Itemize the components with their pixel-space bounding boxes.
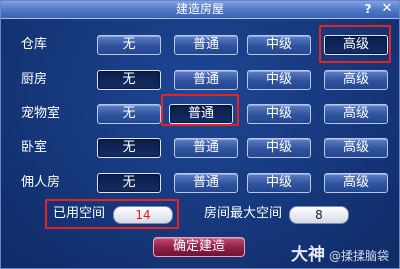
room-label-pet-room: 宠物室 bbox=[21, 106, 61, 121]
kitchen-option-high[interactable]: 高级 bbox=[324, 70, 388, 90]
build-house-dialog: 建造房屋 ? ✕ 仓库 无 普通 中级 高级 厨房 无 普通 中级 高级 宠物室… bbox=[0, 0, 400, 269]
bedroom-option-high[interactable]: 高级 bbox=[324, 138, 388, 158]
storage-option-mid[interactable]: 中级 bbox=[247, 35, 311, 55]
title-bar[interactable]: 建造房屋 ? ✕ bbox=[1, 1, 399, 19]
pet-room-option-mid[interactable]: 中级 bbox=[247, 104, 311, 124]
confirm-build-button[interactable]: 确定建造 bbox=[153, 237, 245, 257]
watermark-author: @揉揉脑袋 bbox=[329, 249, 390, 263]
room-label-servant-room: 佣人房 bbox=[21, 175, 61, 190]
room-label-storage: 仓库 bbox=[21, 37, 48, 52]
watermark-logo-text: 大神 bbox=[291, 245, 325, 265]
storage-option-high[interactable]: 高级 bbox=[324, 35, 388, 55]
kitchen-option-none[interactable]: 无 bbox=[97, 70, 161, 90]
dialog-title: 建造房屋 bbox=[175, 2, 224, 16]
used-space-value: 14 bbox=[113, 206, 173, 224]
pet-room-option-high[interactable]: 高级 bbox=[324, 104, 388, 124]
pet-room-option-normal[interactable]: 普通 bbox=[169, 104, 233, 124]
storage-option-none[interactable]: 无 bbox=[97, 35, 161, 55]
kitchen-option-mid[interactable]: 中级 bbox=[247, 70, 311, 90]
kitchen-option-normal[interactable]: 普通 bbox=[174, 70, 238, 90]
close-button[interactable]: ✕ bbox=[380, 2, 394, 16]
pet-room-option-none[interactable]: 无 bbox=[97, 104, 161, 124]
servant-room-option-high[interactable]: 高级 bbox=[324, 173, 388, 193]
room-label-bedroom: 卧室 bbox=[21, 140, 48, 155]
help-button[interactable]: ? bbox=[361, 2, 375, 16]
watermark: 大神 @揉揉脑袋 bbox=[291, 246, 389, 266]
bedroom-option-none[interactable]: 无 bbox=[97, 138, 161, 158]
storage-option-normal[interactable]: 普通 bbox=[174, 35, 238, 55]
max-space-label: 房间最大空间 bbox=[204, 206, 283, 221]
bedroom-option-normal[interactable]: 普通 bbox=[174, 138, 238, 158]
used-space-label: 已用空间 bbox=[53, 206, 106, 221]
servant-room-option-none[interactable]: 无 bbox=[97, 173, 161, 193]
max-space-value: 8 bbox=[289, 206, 349, 224]
bedroom-option-mid[interactable]: 中级 bbox=[247, 138, 311, 158]
servant-room-option-normal[interactable]: 普通 bbox=[174, 173, 238, 193]
room-label-kitchen: 厨房 bbox=[21, 72, 48, 87]
servant-room-option-mid[interactable]: 中级 bbox=[247, 173, 311, 193]
